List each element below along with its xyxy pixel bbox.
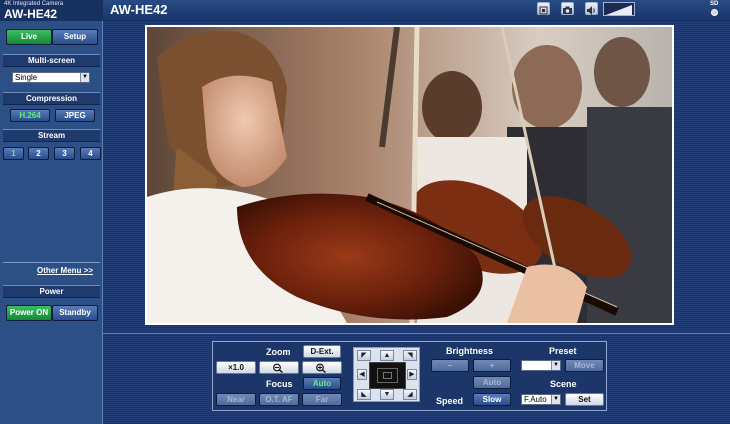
pan-down-left-button[interactable]: ◣: [357, 389, 371, 400]
pan-tilt-center-marker-inner: [383, 372, 392, 379]
one-touch-af-button[interactable]: O.T. AF: [259, 393, 299, 406]
preset-label: Preset: [549, 346, 577, 356]
preset-move-button[interactable]: Move: [565, 359, 604, 372]
page-title: AW-HE42: [110, 2, 168, 17]
stream-2-button[interactable]: 2: [28, 147, 49, 160]
focus-far-button[interactable]: Far: [302, 393, 342, 406]
brightness-minus-button[interactable]: −: [431, 359, 469, 372]
pan-down-right-button[interactable]: ◢: [403, 389, 417, 400]
focus-label: Focus: [266, 379, 293, 389]
speed-toggle-button[interactable]: Slow: [473, 393, 511, 406]
scene-select[interactable]: F.Auto ▼: [521, 394, 561, 405]
zoom-1x-button[interactable]: ×1.0: [216, 361, 256, 374]
zoom-in-button[interactable]: [302, 361, 342, 374]
brightness-plus-button[interactable]: +: [473, 359, 511, 372]
zoom-out-icon: [273, 363, 283, 374]
top-bar: [103, 0, 730, 21]
camera-live-video[interactable]: [145, 25, 674, 325]
pan-up-left-button[interactable]: ◤: [357, 350, 371, 361]
tilt-down-button[interactable]: ▼: [380, 389, 394, 400]
power-heading: Power: [3, 285, 100, 298]
brightness-auto-button[interactable]: Auto: [473, 376, 511, 389]
stream-1-button[interactable]: 1: [3, 147, 24, 160]
h264-button[interactable]: H.264: [10, 109, 50, 122]
chevron-down-icon: ▼: [551, 361, 560, 370]
control-divider: [103, 333, 730, 334]
setup-tab[interactable]: Setup: [52, 29, 98, 45]
pan-tilt-pad[interactable]: ◤ ▲ ◥ ◀ ▶ ◣ ▼ ◢: [353, 347, 420, 402]
jpeg-button[interactable]: JPEG: [55, 109, 95, 122]
pan-right-button[interactable]: ▶: [407, 369, 417, 380]
preset-select[interactable]: ▼: [521, 360, 561, 371]
signal-level-icon: [603, 2, 635, 16]
chevron-down-icon: ▼: [551, 395, 560, 404]
digital-extender-button[interactable]: D-Ext.: [303, 345, 341, 358]
brand-model: AW-HE42: [4, 7, 58, 21]
pan-left-button[interactable]: ◀: [357, 369, 367, 380]
compression-heading: Compression: [3, 92, 100, 105]
tilt-up-button[interactable]: ▲: [380, 350, 394, 361]
camera-icon[interactable]: [561, 2, 574, 15]
power-on-button[interactable]: Power ON: [6, 305, 52, 321]
snapshot-icon[interactable]: [537, 2, 550, 15]
multiscreen-heading: Multi-screen: [3, 54, 100, 67]
zoom-in-icon: [316, 363, 326, 374]
sd-label: SD: [710, 1, 719, 7]
stream-heading: Stream: [3, 129, 100, 142]
multiscreen-select[interactable]: Single ▼: [12, 72, 90, 83]
stream-3-button[interactable]: 3: [54, 147, 75, 160]
sd-status-icon: [711, 9, 718, 16]
brightness-label: Brightness: [446, 346, 494, 356]
speed-label: Speed: [436, 396, 464, 406]
zoom-label: Zoom: [266, 347, 291, 357]
pan-tilt-drag-area[interactable]: [369, 362, 406, 389]
scene-label: Scene: [550, 379, 577, 389]
speaker-icon[interactable]: [585, 2, 598, 15]
other-menu-divider: [3, 262, 100, 263]
other-menu-link[interactable]: Other Menu >>: [37, 266, 93, 275]
focus-auto-button[interactable]: Auto: [303, 377, 341, 390]
focus-near-button[interactable]: Near: [216, 393, 256, 406]
brand-header: 4K Integrated Camera AW-HE42: [0, 0, 103, 21]
live-tab[interactable]: Live: [6, 29, 52, 45]
stream-4-button[interactable]: 4: [80, 147, 101, 160]
standby-button[interactable]: Standby: [52, 305, 98, 321]
pan-up-right-button[interactable]: ◥: [403, 350, 417, 361]
zoom-out-button[interactable]: [259, 361, 299, 374]
chevron-down-icon: ▼: [80, 73, 89, 82]
multiscreen-select-value: Single: [15, 73, 38, 82]
scene-set-button[interactable]: Set: [565, 393, 604, 406]
scene-select-value: F.Auto: [524, 395, 547, 404]
